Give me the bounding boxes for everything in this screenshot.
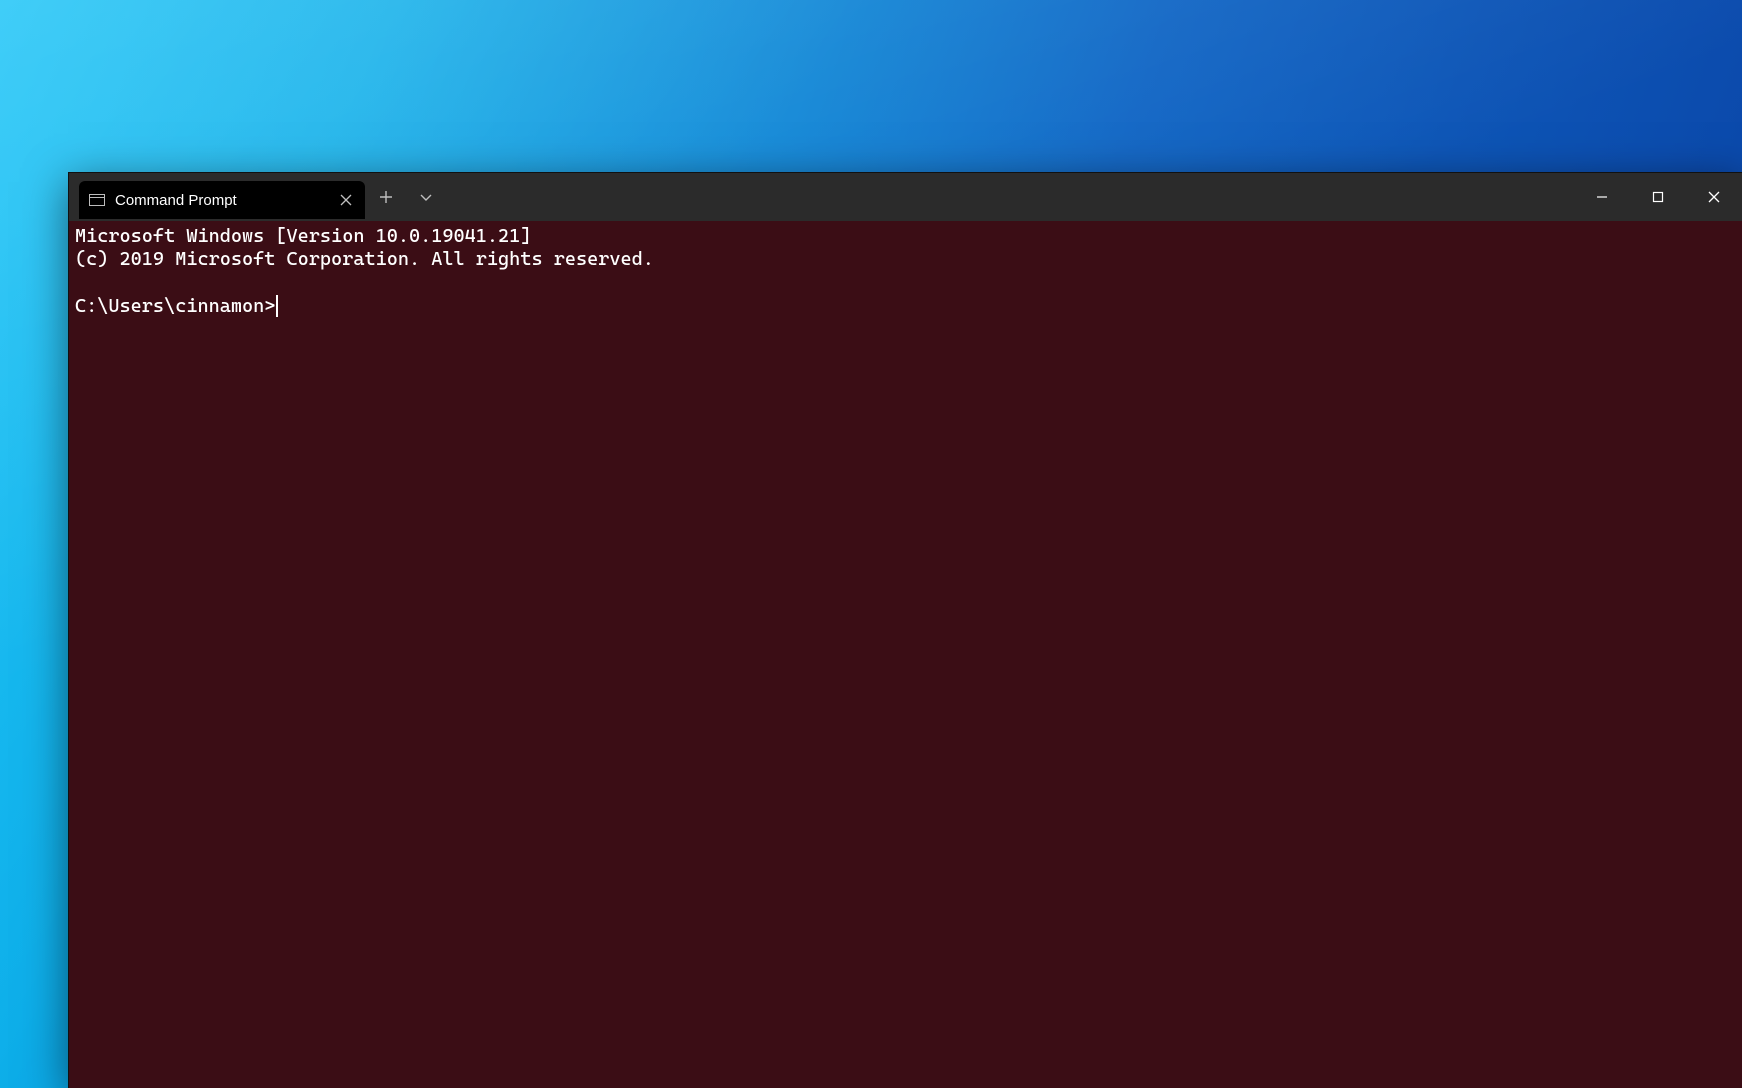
tab-dropdown-button[interactable] (409, 180, 443, 214)
terminal-line: Microsoft Windows [Version 10.0.19041.21… (75, 225, 531, 247)
titlebar[interactable]: Command Prompt (69, 173, 1742, 221)
maximize-icon (1652, 191, 1664, 203)
tab-command-prompt[interactable]: Command Prompt (79, 181, 365, 219)
tab-close-button[interactable] (337, 191, 355, 209)
tab-title: Command Prompt (115, 192, 337, 209)
terminal-content[interactable]: Microsoft Windows [Version 10.0.19041.21… (69, 221, 1742, 1088)
terminal-window: Command Prompt (68, 172, 1742, 1088)
maximize-button[interactable] (1630, 174, 1686, 220)
window-close-button[interactable] (1686, 174, 1742, 220)
terminal-prompt: C:\Users\cinnamon> (75, 295, 275, 318)
minimize-icon (1596, 191, 1608, 203)
minimize-button[interactable] (1574, 174, 1630, 220)
plus-icon (379, 190, 393, 204)
close-icon (1708, 191, 1720, 203)
cursor (276, 295, 278, 317)
cmd-icon (89, 194, 105, 206)
new-tab-button[interactable] (369, 180, 403, 214)
chevron-down-icon (419, 190, 433, 204)
close-icon (340, 194, 352, 206)
terminal-line: (c) 2019 Microsoft Corporation. All righ… (75, 248, 654, 270)
